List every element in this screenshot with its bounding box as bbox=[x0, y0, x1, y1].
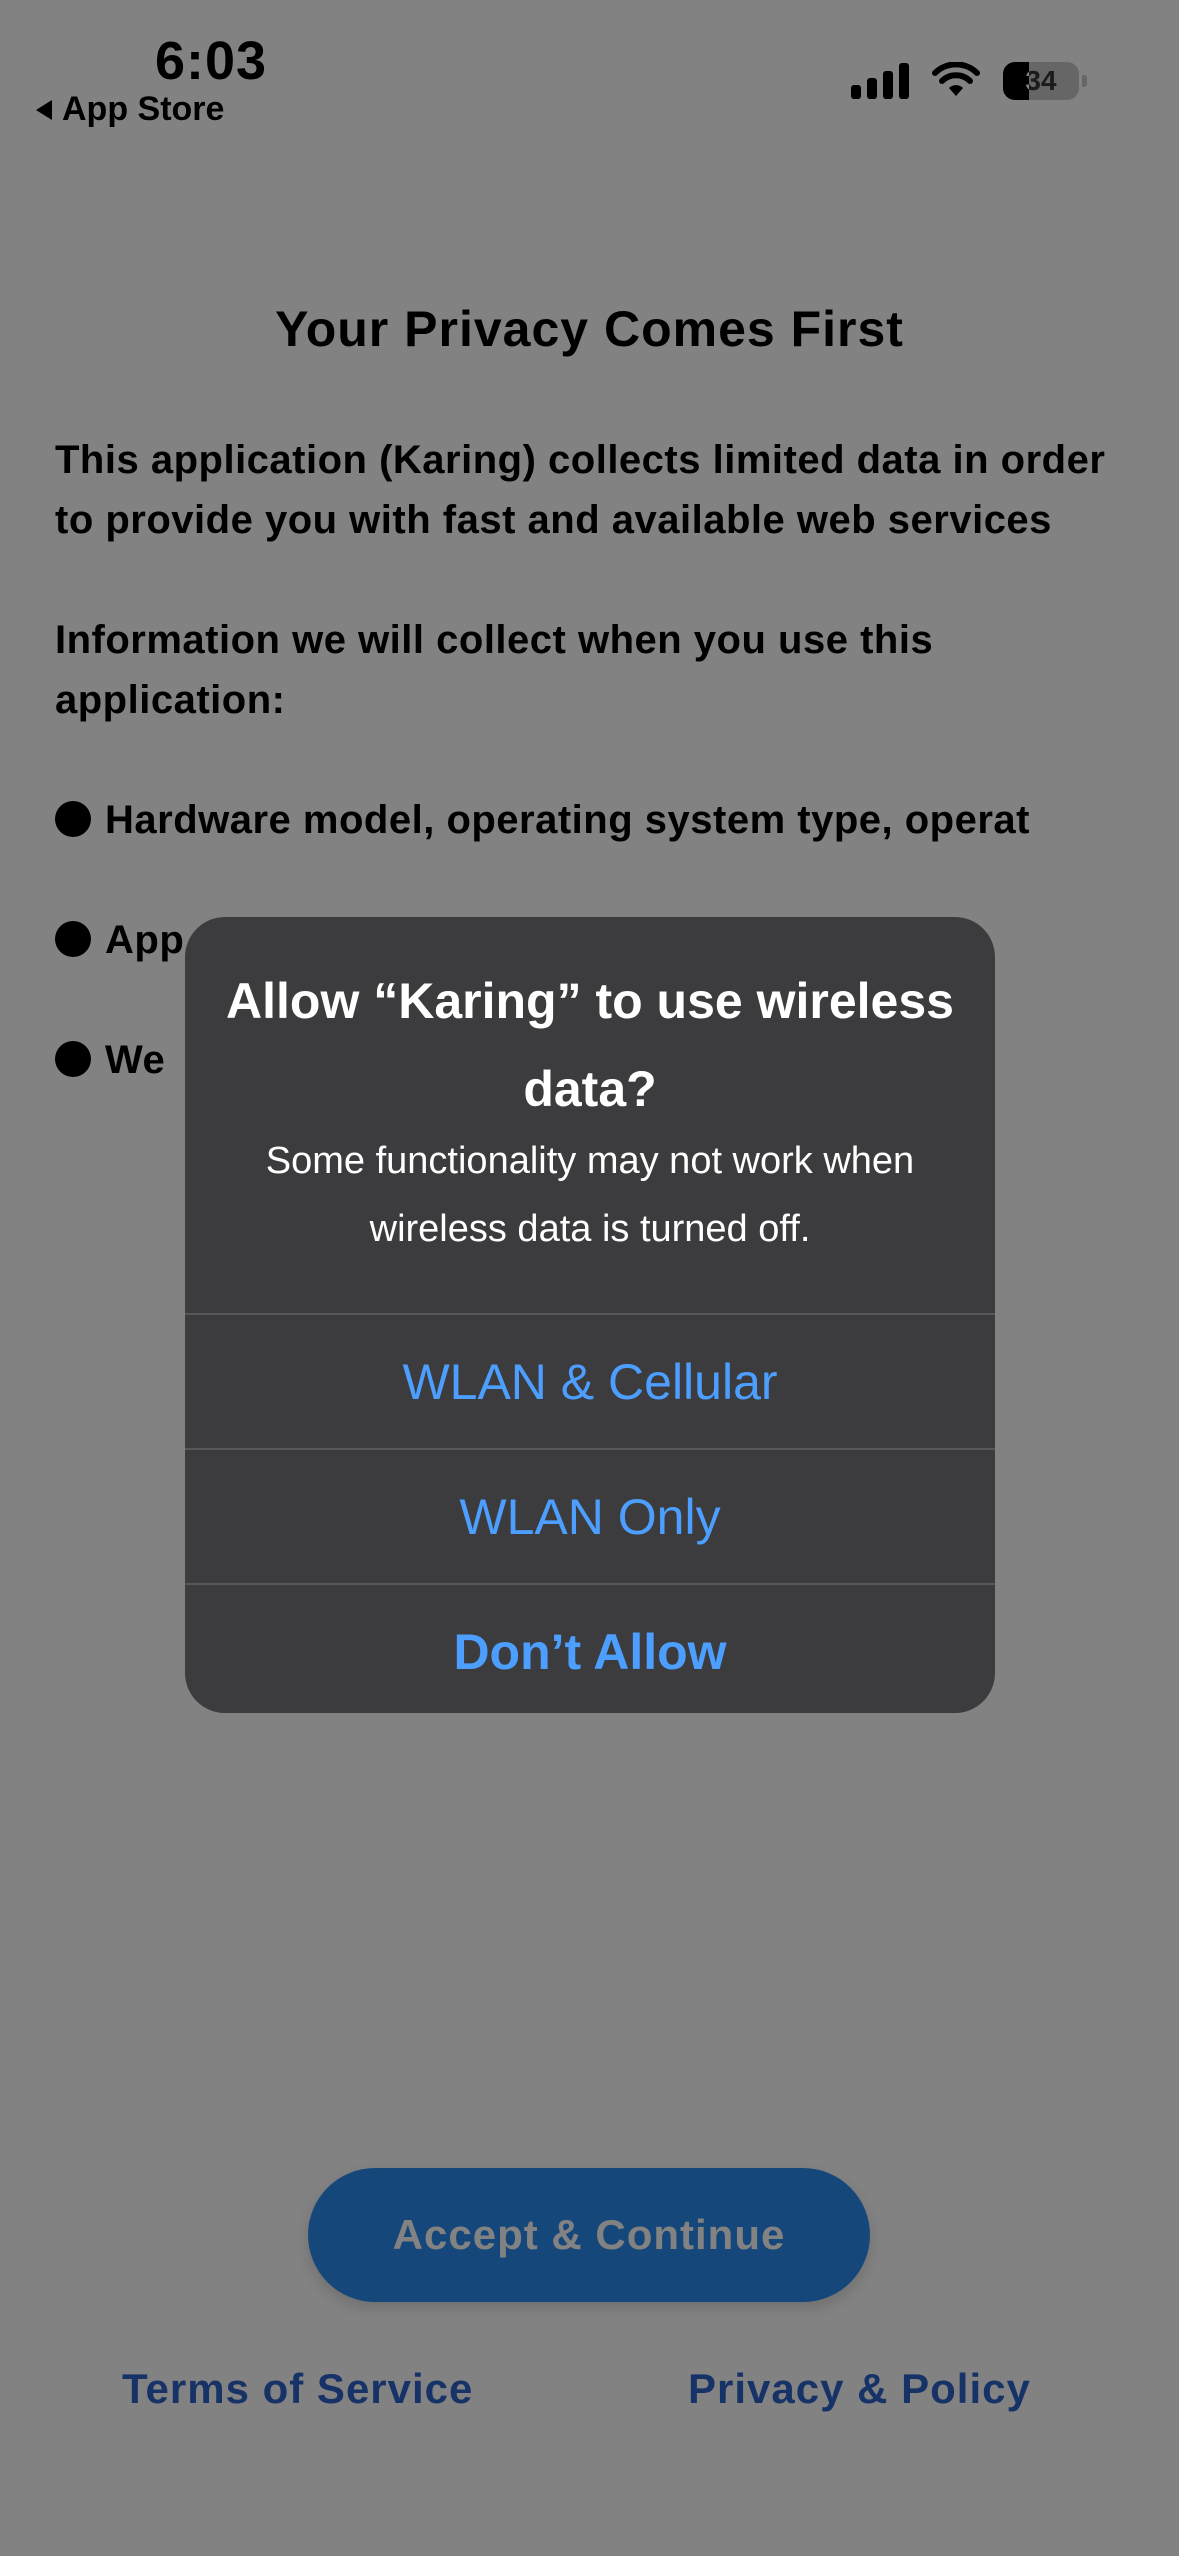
wlan-only-button[interactable]: WLAN Only bbox=[185, 1448, 995, 1583]
alert-header: Allow “Karing” to use wireless data? Som… bbox=[185, 917, 995, 1313]
alert-message: Some functionality may not work when wir… bbox=[265, 1140, 915, 1250]
wireless-data-alert: Allow “Karing” to use wireless data? Som… bbox=[185, 917, 995, 1713]
wlan-cellular-button[interactable]: WLAN & Cellular bbox=[185, 1313, 995, 1448]
alert-title: Allow “Karing” to use wireless data? bbox=[226, 973, 954, 1117]
dont-allow-button[interactable]: Don’t Allow bbox=[185, 1583, 995, 1713]
